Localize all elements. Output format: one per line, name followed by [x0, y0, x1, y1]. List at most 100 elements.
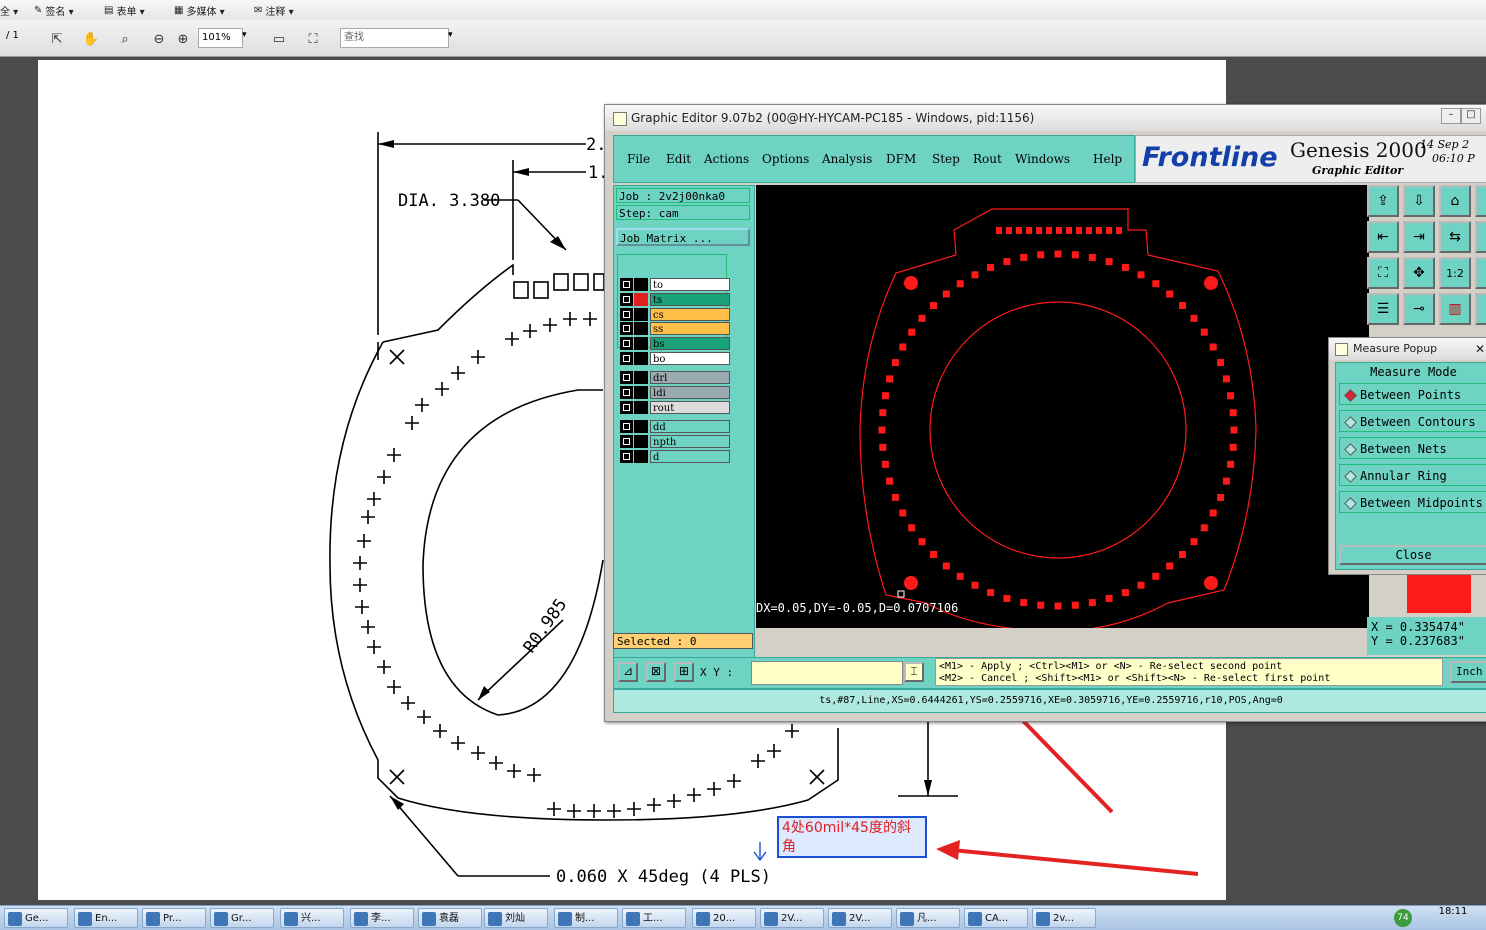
- maximize-icon[interactable]: □: [1461, 108, 1481, 124]
- layer-work-indicator[interactable]: [634, 386, 648, 399]
- menu-actions[interactable]: Actions: [704, 152, 749, 166]
- radio-diamond-icon[interactable]: [1344, 443, 1357, 456]
- job-matrix-button[interactable]: Job Matrix ...: [616, 228, 750, 246]
- measure-option[interactable]: Between Contours: [1339, 410, 1486, 432]
- ruler-icon[interactable]: ▥: [1439, 293, 1471, 325]
- fit-icon[interactable]: ⛶: [1367, 257, 1399, 289]
- radio-diamond-icon[interactable]: [1344, 416, 1357, 429]
- taskbar-button[interactable]: 工...: [622, 908, 686, 928]
- taskbar-button[interactable]: Gr...: [210, 908, 274, 928]
- fit-width-icon[interactable]: ⛶: [302, 28, 324, 50]
- menu-help[interactable]: Help: [1093, 152, 1122, 166]
- taskbar-button[interactable]: Ge...: [4, 908, 68, 928]
- layer-work-indicator[interactable]: [634, 435, 648, 448]
- swap-icon[interactable]: ⇆: [1439, 221, 1471, 253]
- taskbar-button[interactable]: 凡...: [896, 908, 960, 928]
- layer-work-indicator[interactable]: [634, 293, 648, 306]
- layer-checkbox[interactable]: [620, 371, 633, 384]
- taskbar-button[interactable]: 2V...: [760, 908, 824, 928]
- zoom-out-icon[interactable]: ⊖: [148, 28, 170, 50]
- taskbar-button[interactable]: 李...: [350, 908, 414, 928]
- menu-edit[interactable]: Edit: [666, 152, 691, 166]
- input-mode-icon[interactable]: ⌶: [904, 662, 924, 682]
- taskbar-button[interactable]: En...: [74, 908, 138, 928]
- layer-checkbox[interactable]: [620, 386, 633, 399]
- layer-row[interactable]: d: [620, 450, 730, 463]
- measure-popup-titlebar[interactable]: Measure Popup ✕: [1329, 338, 1486, 360]
- menu-rout[interactable]: Rout: [973, 152, 1002, 166]
- taskbar-button[interactable]: 2v...: [1032, 908, 1096, 928]
- more-icon[interactable]: ▮: [1475, 185, 1486, 217]
- center-snap-icon[interactable]: ⊞: [674, 662, 694, 682]
- layer-checkbox[interactable]: [620, 401, 633, 414]
- menu-options[interactable]: Options: [762, 152, 809, 166]
- pan-icon[interactable]: ✥: [1403, 257, 1435, 289]
- layer-row[interactable]: drl: [620, 371, 730, 384]
- minimize-icon[interactable]: –: [1441, 108, 1461, 124]
- menu-sign[interactable]: ✎ 签名 ▾: [34, 2, 74, 18]
- menu-media[interactable]: ▦ 多媒体 ▾: [174, 2, 225, 18]
- layer-checkbox[interactable]: [620, 322, 633, 335]
- zoom-field[interactable]: 101%: [198, 28, 243, 48]
- zoom-tool-icon[interactable]: ⌕: [114, 28, 136, 50]
- more4-icon[interactable]: ▮: [1475, 293, 1486, 325]
- xy-input[interactable]: [751, 661, 903, 685]
- measure-option[interactable]: Between Midpoints: [1339, 491, 1486, 513]
- measure-option[interactable]: Between Points: [1339, 383, 1486, 405]
- graphic-editor-titlebar[interactable]: Graphic Editor 9.07b2 (00@HY-HYCAM-PC185…: [605, 105, 1486, 131]
- popup-close-icon[interactable]: ✕: [1475, 338, 1485, 360]
- measure-icon[interactable]: ⊸: [1403, 293, 1435, 325]
- fit-page-icon[interactable]: ▭: [268, 28, 290, 50]
- layer-checkbox[interactable]: [620, 450, 633, 463]
- layer-row[interactable]: rout: [620, 401, 730, 414]
- more2-icon[interactable]: ▮: [1475, 221, 1486, 253]
- taskbar-button[interactable]: 2V...: [828, 908, 892, 928]
- taskbar-button[interactable]: 20...: [692, 908, 756, 928]
- radio-diamond-icon[interactable]: [1344, 470, 1357, 483]
- layer-work-indicator[interactable]: [634, 322, 648, 335]
- open-icon[interactable]: ⇪: [1367, 185, 1399, 217]
- layer-row[interactable]: bs: [620, 337, 730, 350]
- find-input[interactable]: 查找: [340, 28, 449, 48]
- layer-work-indicator[interactable]: [634, 352, 648, 365]
- select-tool-icon[interactable]: ⇱: [46, 28, 68, 50]
- scale-icon[interactable]: 1:2: [1439, 257, 1471, 289]
- taskbar-button[interactable]: 刘灿: [484, 908, 548, 928]
- home-icon[interactable]: ⌂: [1439, 185, 1471, 217]
- layer-row[interactable]: cs: [620, 308, 730, 321]
- taskbar-button[interactable]: Pr...: [142, 908, 206, 928]
- measure-option[interactable]: Annular Ring: [1339, 464, 1486, 486]
- menu-form[interactable]: ▤ 表单 ▾: [104, 2, 145, 18]
- snap-icon[interactable]: ☰: [1367, 293, 1399, 325]
- taskbar-clock[interactable]: 18:11: [1424, 906, 1482, 917]
- layer-checkbox[interactable]: [620, 293, 633, 306]
- zoom-forward-icon[interactable]: ⇥: [1403, 221, 1435, 253]
- layer-row[interactable]: npth: [620, 435, 730, 448]
- layer-work-indicator[interactable]: [634, 337, 648, 350]
- menu-analysis[interactable]: Analysis: [822, 152, 872, 166]
- zoom-dropdown-icon[interactable]: ▾: [242, 30, 247, 40]
- menu-prev[interactable]: 全 ▾: [0, 2, 18, 18]
- menu-windows[interactable]: Windows: [1015, 152, 1070, 166]
- layer-checkbox[interactable]: [620, 337, 633, 350]
- layer-checkbox[interactable]: [620, 308, 633, 321]
- taskbar-button[interactable]: 兴...: [280, 908, 344, 928]
- zoom-in-icon[interactable]: ⊕: [172, 28, 194, 50]
- annotation-note[interactable]: 4处60mil*45度的斜角: [777, 816, 927, 858]
- layer-work-indicator[interactable]: [634, 450, 648, 463]
- snap-mode-icon[interactable]: ⊿: [618, 662, 638, 682]
- hand-tool-icon[interactable]: ✋: [80, 28, 102, 50]
- layer-work-indicator[interactable]: [634, 308, 648, 321]
- menu-comment[interactable]: ✉ 注释 ▾: [254, 2, 294, 18]
- menu-file[interactable]: File: [627, 152, 650, 166]
- layer-work-indicator[interactable]: [634, 278, 648, 291]
- radio-diamond-icon[interactable]: [1344, 497, 1357, 510]
- tray-badge[interactable]: 74: [1394, 909, 1412, 927]
- more3-icon[interactable]: ▮: [1475, 257, 1486, 289]
- units-button[interactable]: Inch: [1450, 661, 1486, 683]
- layer-work-indicator[interactable]: [634, 420, 648, 433]
- layer-work-indicator[interactable]: [634, 371, 648, 384]
- save-icon[interactable]: ⇩: [1403, 185, 1435, 217]
- layer-row[interactable]: ts: [620, 293, 730, 306]
- taskbar-button[interactable]: CA...: [964, 908, 1028, 928]
